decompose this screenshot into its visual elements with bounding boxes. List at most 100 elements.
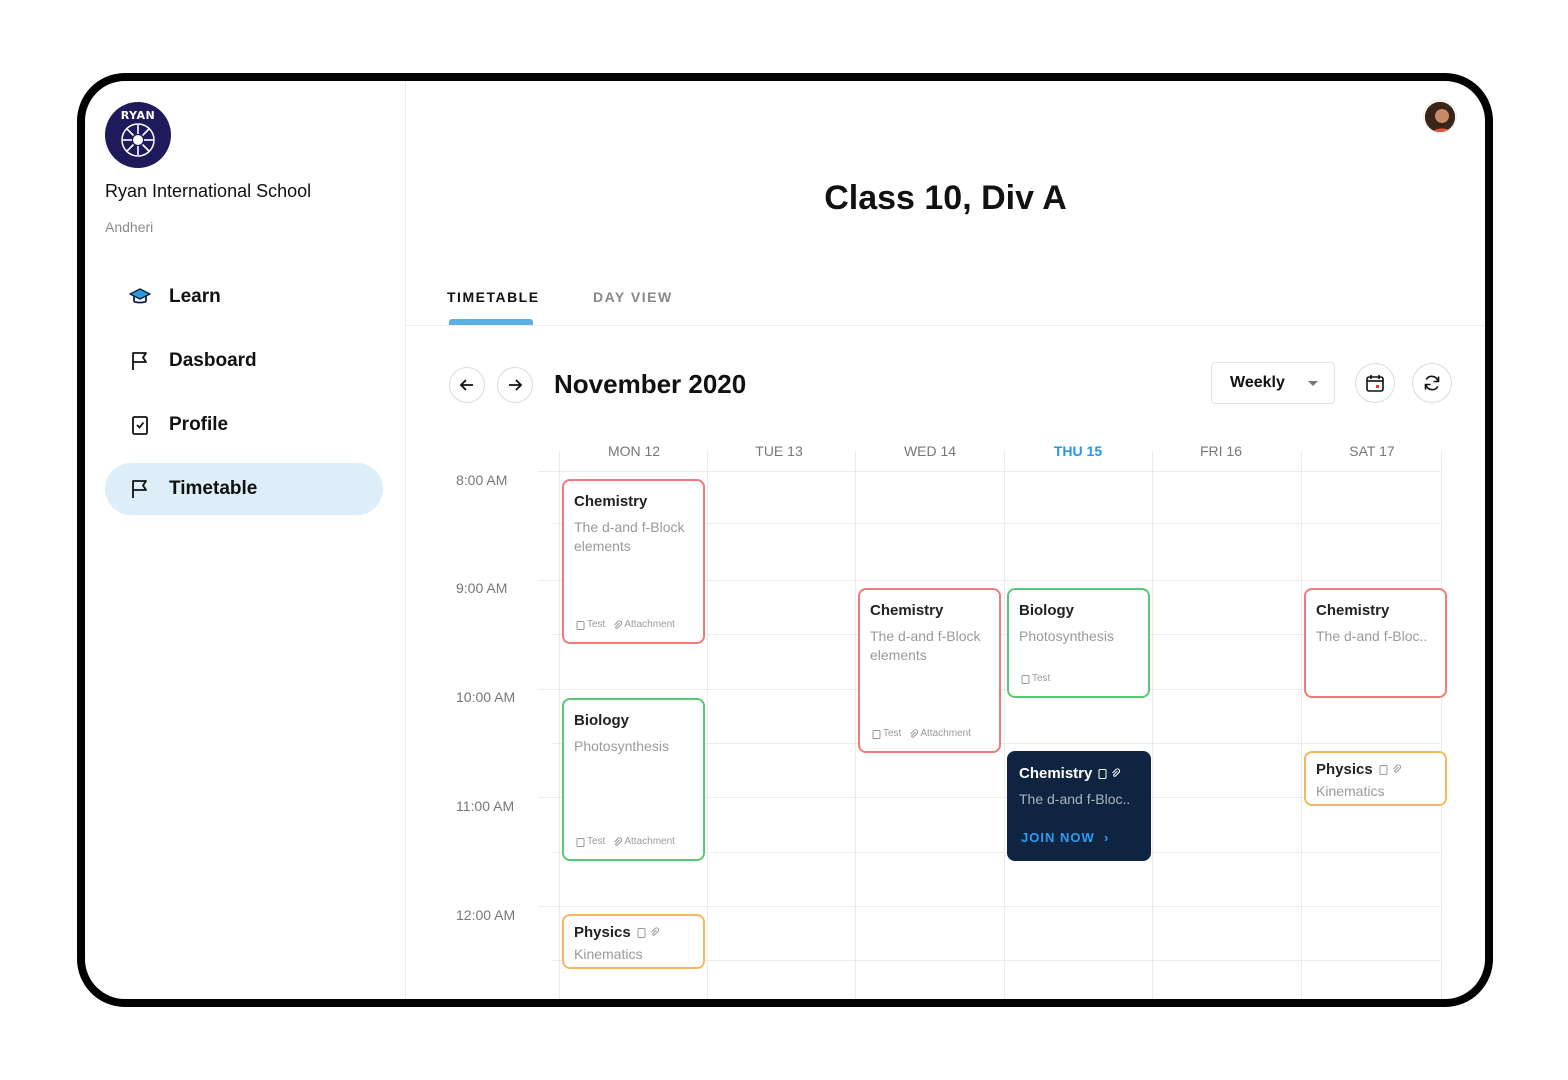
time-label: 12:00 AM	[456, 907, 516, 923]
event-attachment-tag: Attachment	[909, 728, 971, 739]
calendar-icon	[1366, 375, 1384, 392]
view-mode-select[interactable]: Weekly	[1211, 362, 1335, 404]
event-title: Chemistry	[1316, 602, 1390, 619]
event-title: Biology	[574, 712, 629, 729]
clipboard-icon	[576, 620, 585, 630]
event-subtitle: The d-and f-Bloc..	[1019, 791, 1131, 807]
grid-line	[1301, 451, 1302, 999]
event-test-label: Test	[587, 619, 606, 630]
event-test-label: Test	[587, 836, 606, 847]
school-logo: RYAN	[105, 102, 171, 168]
day-header: MON 12	[607, 443, 661, 459]
grid-line	[559, 451, 560, 999]
grid-line	[855, 451, 856, 999]
user-avatar-icon	[1425, 102, 1455, 132]
refresh-button[interactable]	[1412, 363, 1452, 403]
join-now-label: JOIN NOW	[1021, 830, 1095, 845]
paperclip-icon	[1112, 768, 1121, 777]
clipboard-icon	[576, 837, 585, 847]
clipboard-icon	[637, 928, 646, 938]
event-card[interactable]: Physics Kinematics	[562, 914, 705, 969]
sidebar-item-label: Dasboard	[169, 350, 257, 371]
day-header: WED 14	[903, 443, 957, 459]
paperclip-icon	[650, 927, 659, 936]
grid-line	[538, 906, 1442, 907]
event-title: Chemistry	[574, 493, 648, 510]
join-now-button[interactable]: JOIN NOW ›	[1021, 830, 1109, 845]
school-location: Andheri	[105, 219, 154, 235]
time-label: 11:00 AM	[456, 798, 515, 814]
chevron-right-icon: ›	[1099, 830, 1110, 845]
chevron-down-icon	[1308, 381, 1318, 386]
time-label: 9:00 AM	[456, 580, 508, 596]
event-title-row: Physics	[574, 924, 693, 941]
paperclip-icon	[614, 836, 623, 846]
event-meta: Test Attachment	[872, 728, 971, 739]
event-attachment-label: Attachment	[920, 728, 971, 739]
clipboard-icon	[1021, 674, 1030, 684]
checklist-icon	[129, 414, 151, 436]
logo-text: RYAN	[120, 109, 156, 122]
event-subtitle: Photosynthesis	[574, 738, 669, 754]
day-header-today: THU 15	[1053, 443, 1103, 459]
event-attachment-tag: Attachment	[613, 619, 675, 630]
prev-week-button[interactable]	[449, 367, 485, 403]
event-title-row: Chemistry	[1019, 765, 1139, 782]
avatar[interactable]	[1423, 100, 1457, 134]
logo-emblem-icon	[121, 123, 155, 157]
sidebar-item-label: Profile	[169, 414, 229, 435]
event-card[interactable]: Physics Kinematics	[1304, 751, 1447, 806]
event-card-live[interactable]: Chemistry The d-and f-Bloc.. JOIN NOW ›	[1007, 751, 1151, 861]
event-test-tag: Test	[1021, 673, 1050, 684]
sidebar-item-learn[interactable]: Learn	[105, 271, 383, 323]
tab-bar: TIMETABLE DAY VIEW	[406, 281, 1485, 326]
grid-line	[1441, 451, 1442, 999]
paperclip-icon	[614, 619, 623, 629]
arrow-left-icon	[459, 379, 473, 391]
day-header: TUE 13	[755, 443, 803, 459]
sidebar-item-profile[interactable]: Profile	[105, 399, 383, 451]
arrow-right-icon	[509, 379, 523, 391]
tab-day-view[interactable]: DAY VIEW	[593, 289, 673, 305]
event-card[interactable]: Biology Photosynthesis Test	[1007, 588, 1150, 698]
event-card[interactable]: Chemistry The d-and f-Bloc..	[1304, 588, 1447, 698]
event-title: Physics	[574, 924, 631, 941]
time-label: 10:00 AM	[456, 689, 516, 705]
tab-active-indicator	[449, 319, 533, 325]
event-card[interactable]: Chemistry The d-and f-Block elements Tes…	[562, 479, 705, 644]
day-header: SAT 17	[1349, 443, 1395, 459]
time-label: 8:00 AM	[456, 472, 508, 488]
main-content: Class 10, Div A TIMETABLE DAY VIEW Novem…	[406, 81, 1485, 999]
sidebar: RYAN Ryan International School Andheri L…	[85, 81, 406, 999]
sidebar-item-label: Timetable	[169, 478, 258, 499]
month-title: November 2020	[554, 369, 747, 399]
grid-line	[538, 471, 1442, 472]
clipboard-icon	[1379, 765, 1388, 775]
event-card[interactable]: Biology Photosynthesis Test Attachment	[562, 698, 705, 861]
event-icons	[1379, 764, 1401, 775]
event-test-tag: Test	[576, 619, 605, 630]
sidebar-item-timetable[interactable]: Timetable	[105, 463, 383, 515]
tab-timetable[interactable]: TIMETABLE	[447, 289, 540, 305]
event-card[interactable]: Chemistry The d-and f-Block elements Tes…	[858, 588, 1001, 753]
event-icons	[637, 927, 659, 938]
grid-line	[1152, 451, 1153, 999]
event-subtitle: The d-and f-Block elements	[870, 628, 981, 663]
day-header: FRI 16	[1199, 443, 1242, 459]
event-attachment-label: Attachment	[624, 619, 675, 630]
sidebar-nav: Learn Dasboard Profile Timetable	[105, 271, 383, 527]
event-test-label: Test	[1032, 673, 1051, 684]
grid-line	[1004, 451, 1005, 999]
sidebar-item-dasboard[interactable]: Dasboard	[105, 335, 383, 387]
view-mode-value: Weekly	[1230, 374, 1285, 391]
school-name: Ryan International School	[105, 181, 312, 201]
event-title: Chemistry	[870, 602, 944, 619]
calendar-button[interactable]	[1355, 363, 1395, 403]
event-meta: Test Attachment	[576, 619, 675, 630]
event-title-row: Physics	[1316, 761, 1435, 778]
page-title: Class 10, Div A	[824, 179, 1067, 217]
next-week-button[interactable]	[497, 367, 533, 403]
event-subtitle: The d-and f-Bloc..	[1316, 628, 1428, 644]
sidebar-item-label: Learn	[169, 286, 221, 307]
event-subtitle: Kinematics	[574, 946, 643, 962]
